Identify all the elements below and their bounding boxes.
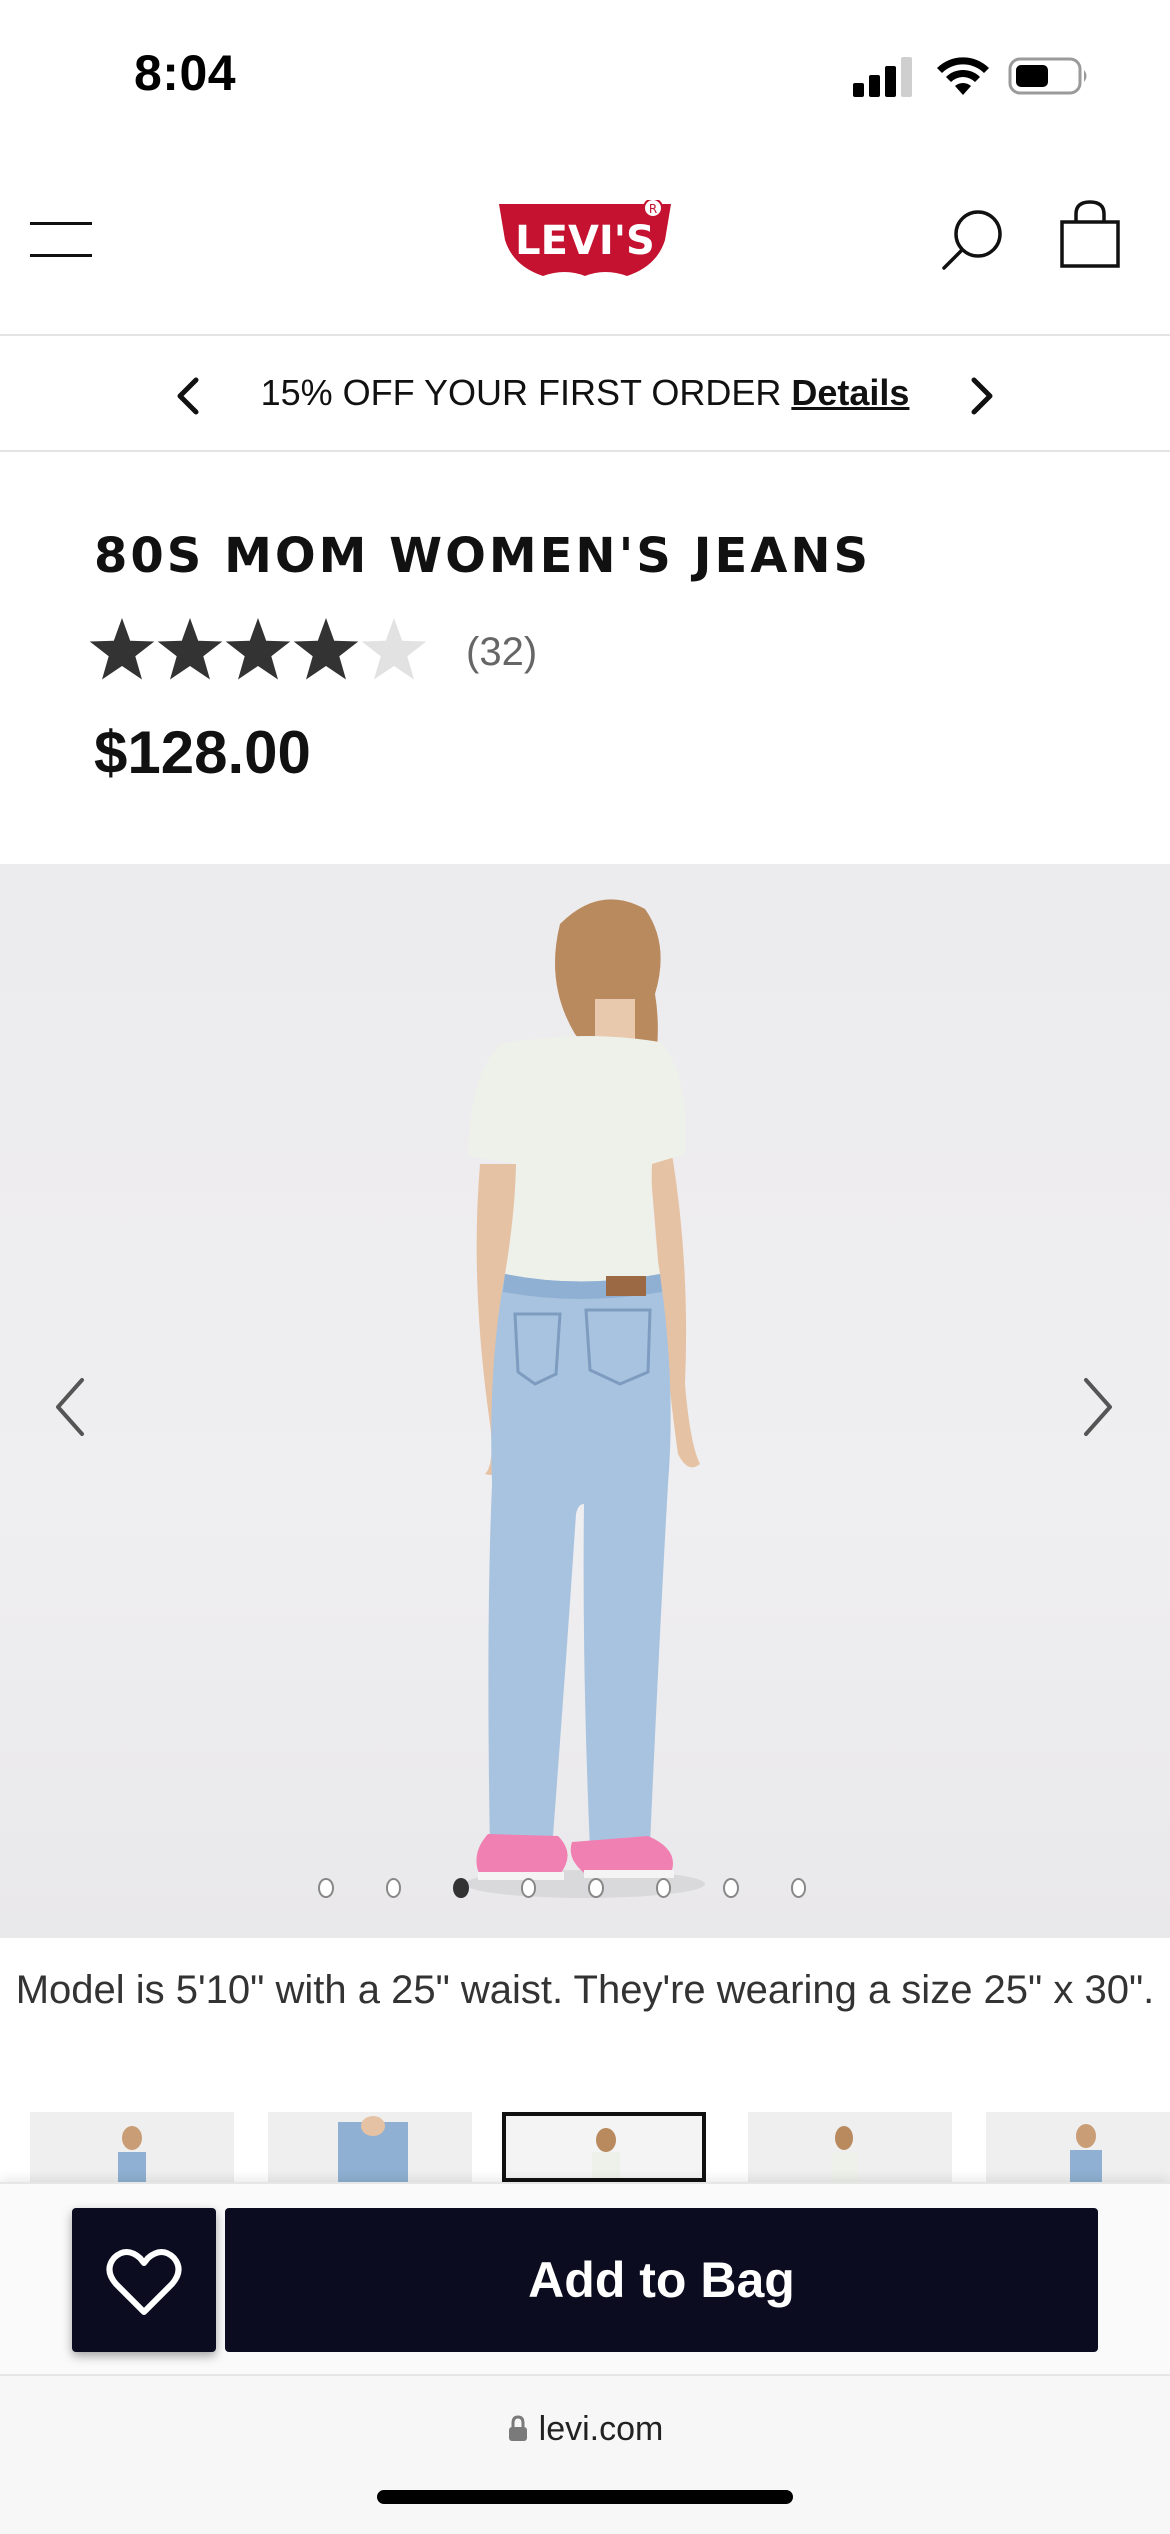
search-icon[interactable] (940, 208, 1004, 272)
pagination-dot[interactable] (318, 1878, 334, 1898)
product-price: $128.00 (94, 719, 311, 786)
levis-logo[interactable]: LEVI'S R (497, 200, 673, 278)
promo-details-link[interactable]: Details (791, 372, 909, 413)
heart-icon (106, 2249, 182, 2315)
browser-url-bar[interactable] (0, 2374, 1170, 2534)
star-filled-icon (89, 618, 155, 680)
header-divider (0, 334, 1170, 336)
pagination-dot[interactable] (723, 1878, 739, 1898)
thumbnail[interactable] (268, 2112, 472, 2182)
status-time: 8:04 (134, 45, 237, 101)
thumbnail[interactable] (30, 2112, 234, 2182)
url-display[interactable]: levi.com (0, 2410, 1170, 2449)
thumbnail-selected[interactable] (502, 2112, 706, 2182)
add-to-bag-button[interactable]: Add to Bag (225, 2208, 1098, 2352)
thumbnail[interactable] (986, 2112, 1170, 2182)
home-indicator[interactable] (377, 2490, 793, 2504)
pagination-dot-active[interactable] (453, 1878, 469, 1898)
gallery-next-arrow-icon[interactable] (1076, 1372, 1120, 1442)
promo-text: 15% OFF YOUR FIRST ORDER (260, 372, 782, 413)
pagination-dot[interactable] (588, 1878, 604, 1898)
gallery-pagination (318, 1878, 858, 1906)
shopping-bag-icon[interactable] (1058, 200, 1122, 270)
hamburger-menu-icon[interactable] (30, 218, 92, 260)
model-size-caption: Model is 5'10" with a 25" waist. They're… (15, 1968, 1155, 2012)
pagination-dot[interactable] (655, 1878, 671, 1898)
star-filled-icon (293, 618, 359, 680)
chevron-right-icon[interactable] (964, 374, 1000, 418)
star-filled-icon (225, 618, 291, 680)
product-image-gallery[interactable] (0, 864, 1170, 1938)
gallery-prev-arrow-icon[interactable] (48, 1372, 92, 1442)
battery-icon (1008, 57, 1087, 95)
lock-icon (508, 2415, 527, 2441)
star-filled-icon (157, 618, 223, 680)
thumbnail[interactable] (748, 2112, 952, 2182)
url-text: levi.com (538, 2410, 664, 2448)
product-photo (465, 899, 705, 1898)
pagination-dot[interactable] (790, 1878, 806, 1898)
logo-text: LEVI'S (515, 218, 655, 264)
promo-divider (0, 450, 1170, 452)
pagination-dot[interactable] (520, 1878, 536, 1898)
review-count[interactable]: (32) (466, 630, 537, 675)
star-empty-icon (361, 618, 427, 680)
wishlist-button[interactable] (72, 2208, 216, 2352)
cellular-signal-icon (853, 57, 912, 97)
pagination-dot[interactable] (385, 1878, 401, 1898)
wifi-icon (937, 57, 989, 95)
svg-text:R: R (649, 202, 657, 216)
rating-stars[interactable] (88, 616, 428, 686)
product-title: 80S MOM WOMEN'S JEANS (94, 528, 872, 584)
